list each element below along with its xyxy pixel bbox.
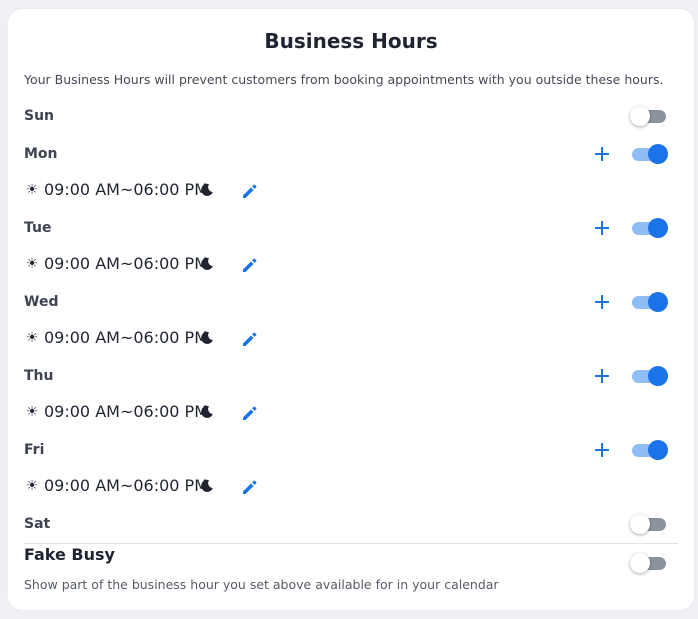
sun-icon: ☀: [25, 182, 39, 198]
day-label-sat: Sat: [24, 516, 51, 532]
toggle-fri[interactable]: [630, 438, 670, 462]
toggle-thu[interactable]: [630, 364, 670, 388]
hours-text: 09:00 AM~06:00 PM: [44, 402, 208, 421]
moon-icon: [201, 257, 213, 270]
hours-text: 09:00 AM~06:00 PM: [44, 254, 208, 273]
hours-text: 09:00 AM~06:00 PM: [44, 476, 208, 495]
toggle-mon[interactable]: [630, 142, 670, 166]
pencil-icon[interactable]: [240, 255, 260, 275]
divider: [24, 543, 678, 544]
moon-icon: [201, 479, 213, 492]
moon-icon: [201, 331, 213, 344]
day-label-fri: Fri: [24, 442, 45, 458]
add-hours-fri-icon[interactable]: [594, 442, 610, 458]
fake-busy-title: Fake Busy: [24, 545, 115, 564]
add-hours-thu-icon[interactable]: [594, 368, 610, 384]
add-hours-wed-icon[interactable]: [594, 294, 610, 310]
pencil-icon[interactable]: [240, 181, 260, 201]
day-label-tue: Tue: [24, 220, 52, 236]
sun-icon: ☀: [25, 330, 39, 346]
pencil-icon[interactable]: [240, 477, 260, 497]
toggle-fake-busy[interactable]: [630, 551, 670, 575]
hours-text: 09:00 AM~06:00 PM: [44, 328, 208, 347]
day-label-thu: Thu: [24, 368, 54, 384]
sun-icon: ☀: [25, 478, 39, 494]
moon-icon: [201, 405, 213, 418]
sun-icon: ☀: [25, 256, 39, 272]
toggle-tue[interactable]: [630, 216, 670, 240]
pencil-icon[interactable]: [240, 329, 260, 349]
business-hours-card: Business Hours Your Business Hours will …: [8, 9, 694, 610]
page-description: Your Business Hours will prevent custome…: [24, 72, 664, 87]
add-hours-mon-icon[interactable]: [594, 146, 610, 162]
hours-text: 09:00 AM~06:00 PM: [44, 180, 208, 199]
moon-icon: [201, 183, 213, 196]
toggle-wed[interactable]: [630, 290, 670, 314]
day-label-sun: Sun: [24, 108, 55, 124]
day-label-wed: Wed: [24, 294, 59, 310]
sun-icon: ☀: [25, 404, 39, 420]
toggle-sat[interactable]: [630, 512, 670, 536]
fake-busy-description: Show part of the business hour you set a…: [24, 577, 499, 592]
day-label-mon: Mon: [24, 146, 58, 162]
pencil-icon[interactable]: [240, 403, 260, 423]
add-hours-tue-icon[interactable]: [594, 220, 610, 236]
toggle-sun[interactable]: [630, 104, 670, 128]
page-title: Business Hours: [264, 29, 438, 53]
